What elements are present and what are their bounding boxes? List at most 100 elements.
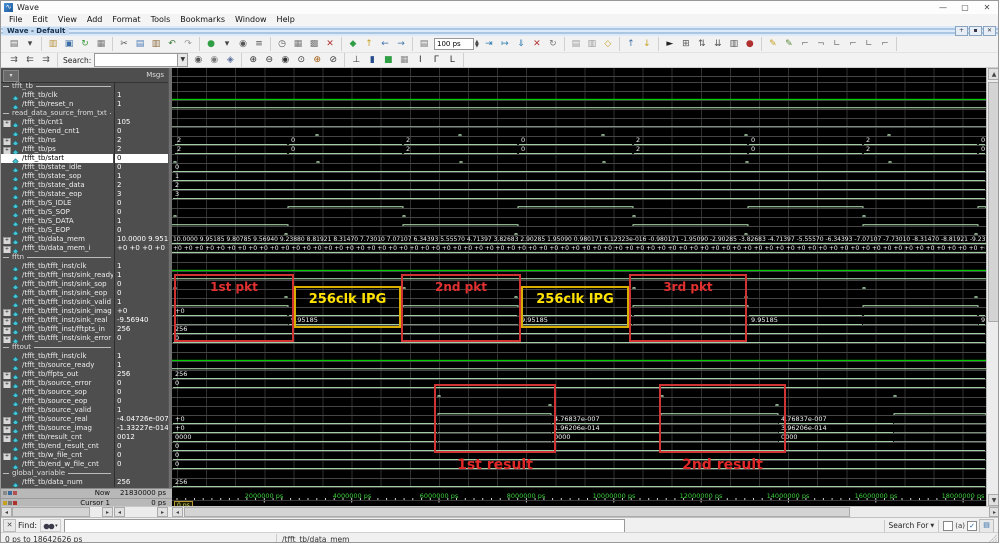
search-settings-icon[interactable]: ◈ [222, 53, 238, 68]
stop-drawing-icon[interactable]: ● [742, 37, 758, 52]
signal-value-cell[interactable]: 1 [115, 172, 168, 181]
signal-value-cell[interactable]: 3 [115, 190, 168, 199]
expand-icon[interactable]: + [3, 327, 11, 335]
grid-settings-icon[interactable]: ▦ [290, 37, 306, 52]
edit-extend-icon[interactable]: ⌐ [877, 37, 893, 52]
signal-value-cell[interactable]: 1 [115, 217, 168, 226]
show-grid-toggle-icon[interactable]: ▦ [396, 53, 412, 68]
restore-zoom-icon[interactable]: ◷ [274, 37, 290, 52]
edge-any-icon[interactable]: Ι [412, 53, 428, 68]
signal-row[interactable]: +/tfft_tb/ps [1, 145, 113, 154]
signal-row[interactable]: /tfft_tb/end_cnt1 [1, 127, 113, 136]
edge-falling-icon[interactable]: L [444, 53, 460, 68]
stretch-mode-icon[interactable]: ▥ [726, 37, 742, 52]
step-icon[interactable]: ▤ [568, 37, 584, 52]
signal-row[interactable]: /tfft_tb/tfft_inst/sink_valid [1, 298, 113, 307]
signal-row[interactable]: +/tfft_tb/source_error [1, 379, 113, 388]
signal-value-cell[interactable]: 1 [115, 406, 168, 415]
signal-row[interactable]: /tfft_tb/clk [1, 91, 113, 100]
signal-row[interactable]: /tfft_tb/tfft_inst/sink_sop [1, 280, 113, 289]
scroll-down-arrow[interactable]: ▼ [988, 494, 999, 506]
divider-value-cell[interactable] [115, 82, 168, 91]
names-scroll-right[interactable]: ▸ [102, 507, 113, 517]
signal-value-cell[interactable]: 0 [115, 442, 168, 451]
signal-value-cell[interactable]: 0 [115, 154, 168, 163]
signal-group-divider[interactable]: read_data_source_from_txt [1, 109, 113, 118]
expand-icon[interactable]: + [3, 426, 11, 434]
signal-row[interactable]: +/tfft_tb/source_real [1, 415, 113, 424]
expand-time-icon[interactable]: ▩ [306, 37, 322, 52]
signal-row[interactable]: +/tfft_tb/ns [1, 136, 113, 145]
search-input[interactable] [94, 53, 178, 67]
step-over-icon[interactable]: ▥ [584, 37, 600, 52]
edit-insert-pulse-icon[interactable]: ✎ [765, 37, 781, 52]
zoom-full-icon[interactable]: ◉ [277, 53, 293, 68]
continue-run-icon[interactable]: ↦ [497, 37, 513, 52]
search-forward-icon[interactable]: ◉ [190, 53, 206, 68]
wave-scroll-thumb[interactable] [184, 507, 850, 517]
menu-help[interactable]: Help [272, 14, 300, 26]
signal-value-cell[interactable]: 0 [115, 397, 168, 406]
signal-value-cell[interactable]: 0012 [115, 433, 168, 442]
select-mode-icon[interactable]: ► [662, 37, 678, 52]
signal-row[interactable]: /tfft_tb/end_w_file_cnt [1, 460, 113, 469]
now-row-icons[interactable] [3, 491, 17, 495]
signal-value-cell[interactable]: 0 [115, 127, 168, 136]
signal-row[interactable]: /tfft_tb/tfft_inst/sink_eop [1, 289, 113, 298]
signal-value-cell[interactable]: 2 [115, 145, 168, 154]
signal-value-cell[interactable]: 256 [115, 370, 168, 379]
run-all-icon[interactable]: ⇓ [513, 37, 529, 52]
signal-value-cell[interactable]: 0 [115, 163, 168, 172]
edit-mode-icon[interactable]: ⇊ [710, 37, 726, 52]
menu-tools[interactable]: Tools [146, 14, 176, 26]
signal-value-cell[interactable]: 0 [115, 199, 168, 208]
wave-scroll-right[interactable]: ▸ [989, 507, 999, 517]
names-scroll-left[interactable]: ◂ [1, 507, 12, 517]
signal-row[interactable]: /tfft_tb/source_valid [1, 406, 113, 415]
show-columns-icon[interactable]: ≡ [251, 37, 267, 52]
move-up-icon[interactable]: ↑ [361, 37, 377, 52]
paste-icon[interactable]: ▥ [148, 37, 164, 52]
undo-icon[interactable]: ↶ [164, 37, 180, 52]
expand-icon[interactable]: + [3, 138, 11, 146]
menu-add[interactable]: Add [82, 14, 108, 26]
wave-scroll-left[interactable]: ◂ [172, 507, 183, 517]
scroll-up-arrow[interactable]: ▲ [988, 68, 999, 80]
expand-time-mode-icon[interactable]: ⇉ [38, 53, 54, 68]
signal-value-cell[interactable]: 0 [115, 379, 168, 388]
new-window-icon[interactable]: ▤ [6, 37, 22, 52]
signal-value-cell[interactable]: 0 [115, 280, 168, 289]
signal-row[interactable]: +/tfft_tb/cnt1 [1, 118, 113, 127]
zoom-range-icon[interactable]: ⊙ [293, 53, 309, 68]
pane-button-1[interactable]: ▪ [969, 26, 982, 36]
signal-row[interactable]: /tfft_tb/data_num [1, 478, 113, 487]
divider-value-cell[interactable] [115, 253, 168, 262]
zoom-in-on-active-cursor-icon[interactable]: ⊕ [309, 53, 325, 68]
menu-bookmarks[interactable]: Bookmarks [175, 14, 230, 26]
signal-row[interactable]: +/tfft_tb/tfft_inst/sink_imag [1, 307, 113, 316]
step-out-icon[interactable]: ◇ [600, 37, 616, 52]
expand-icon[interactable]: + [3, 453, 11, 461]
signal-row[interactable]: /tfft_tb/source_eop [1, 397, 113, 406]
edit-paste-wave-icon[interactable]: ¬ [813, 37, 829, 52]
zoom-in-icon[interactable]: ⊕ [245, 53, 261, 68]
edit-delete-edge-icon[interactable]: ∟ [829, 37, 845, 52]
signal-value-cell[interactable]: -1.33227e-014 [115, 424, 168, 433]
copy-icon[interactable]: ▤ [132, 37, 148, 52]
show-waveform-popup-icon[interactable]: ■ [380, 53, 396, 68]
edit-move-edge-icon[interactable]: ∟ [861, 37, 877, 52]
new-window-dropdown-icon[interactable]: ▾ [22, 37, 38, 52]
maximize-button[interactable]: ▢ [954, 2, 976, 14]
signal-row[interactable]: /tfft_tb/source_sop [1, 388, 113, 397]
redo-icon[interactable]: ↷ [180, 37, 196, 52]
signal-row[interactable]: /tfft_tb/tfft_inst/sink_ready [1, 271, 113, 280]
expand-icon[interactable]: + [3, 309, 11, 317]
minimize-button[interactable]: — [932, 2, 954, 14]
signal-row[interactable]: +/tfft_tb/ffpts_out [1, 370, 113, 379]
run-icon[interactable]: ⇥ [481, 37, 497, 52]
signal-value-cell[interactable]: 0 [115, 451, 168, 460]
signal-row[interactable]: /tfft_tb/S_EOP [1, 226, 113, 235]
signal-value-cell[interactable]: 2 [115, 181, 168, 190]
signal-value-cell[interactable]: 256 [115, 478, 168, 487]
expand-icon[interactable]: + [3, 237, 11, 245]
